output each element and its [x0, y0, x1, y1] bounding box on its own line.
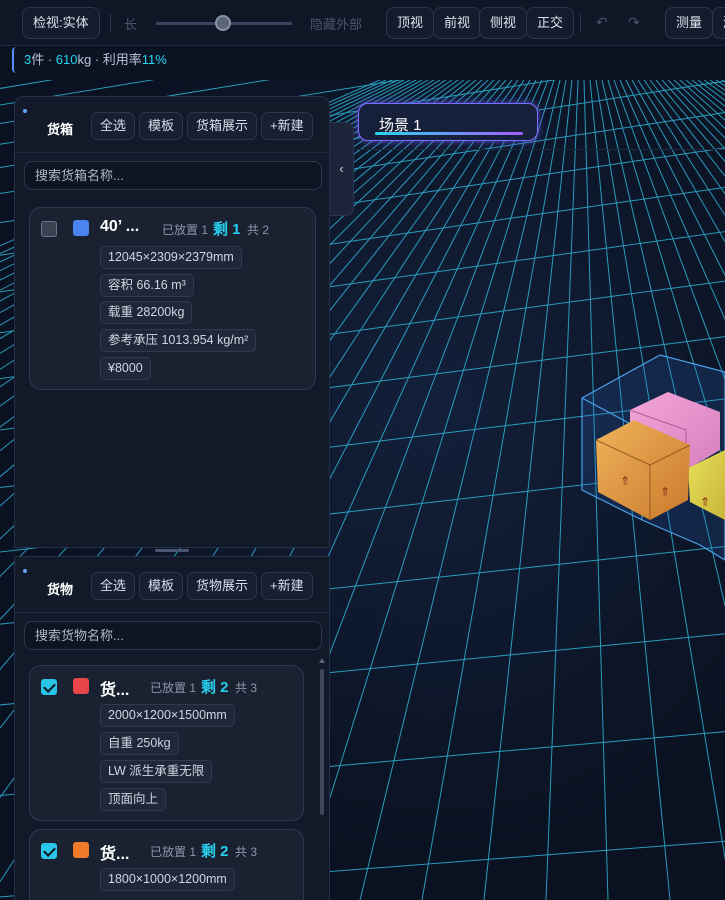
- top-toolbar: 检视:实体 长 隐藏外部 顶视 前视 侧视 正交 ↶ ↷ 测量 测: [0, 0, 725, 46]
- section-dot-icon: [23, 569, 27, 573]
- front-view-button[interactable]: 前视: [433, 7, 482, 39]
- container-remaining: 剩 1: [213, 221, 241, 238]
- cargo-panel-title: 货物: [47, 582, 74, 597]
- redo-icon[interactable]: ↷: [628, 14, 640, 31]
- container-panel: 货箱 全选 模板 货箱展示 +新建 40’ ... 已放置 1 剩 1 共 2 …: [14, 96, 330, 548]
- container-panel-title: 货箱: [47, 122, 74, 137]
- cargo-dimensions-tag: 2000×1200×1500mm: [100, 704, 235, 727]
- svg-text:⇑: ⇑: [620, 474, 630, 488]
- cargo-color-swatch: [73, 678, 89, 694]
- load-summary: 3件 · 610kg · 利用率11%: [12, 47, 725, 73]
- cargo-remaining: 剩 2: [201, 843, 229, 860]
- weight-unit: kg · 利用率: [77, 52, 142, 67]
- svg-text:⇑: ⇑: [660, 485, 670, 499]
- cargo-showcase-button[interactable]: 货物展示: [187, 572, 258, 600]
- container-panel-header: 货箱 全选 模板 货箱展示 +新建: [15, 97, 329, 153]
- orthographic-button[interactable]: 正交: [526, 7, 575, 39]
- cargo-card[interactable]: 货... 已放置 1 剩 2 共 3 2000×1200×1500mm 自重 2…: [29, 665, 304, 821]
- container-pressure-tag: 参考承压 1013.954 kg/m²: [100, 329, 257, 352]
- cargo-remaining: 剩 2: [201, 679, 229, 696]
- cargo-panel-header: 货物 全选 模板 货物展示 +新建: [15, 557, 329, 613]
- grid-line: [545, 80, 579, 900]
- total-weight: 610: [55, 52, 78, 67]
- side-view-button[interactable]: 侧视: [479, 7, 528, 39]
- toolbar-separator: [580, 14, 581, 32]
- cargo-bearing-tag: LW 派生承重无限: [100, 760, 213, 783]
- container-name: 40’ ...: [100, 218, 140, 235]
- grid-line: [483, 80, 573, 900]
- cargo-placed: 已放置 1: [150, 681, 197, 695]
- cargo-dimensions-tag: 1800×1000×1200mm: [100, 868, 235, 891]
- active-tab-indicator: [375, 132, 523, 135]
- view-mode-button[interactable]: 检视:实体: [22, 7, 100, 39]
- cargo-orientation-tag: 顶面向上: [100, 788, 167, 811]
- item-unit: 件 ·: [31, 52, 56, 67]
- cargo-panel: 货物 全选 模板 货物展示 +新建 货... 已放置 1 剩 2 共 3 200…: [14, 556, 330, 900]
- cargo-search-input[interactable]: [24, 621, 322, 650]
- new-container-button[interactable]: +新建: [261, 112, 313, 140]
- toolbar-separator: [110, 14, 111, 32]
- utilization-rate: 11%: [141, 52, 167, 67]
- section-dot-icon: [23, 109, 27, 113]
- cargo-name: 货...: [100, 682, 130, 699]
- select-all-containers-button[interactable]: 全选: [91, 112, 136, 140]
- more-button[interactable]: 测: [712, 7, 725, 39]
- scroll-up-icon[interactable]: [319, 658, 325, 663]
- container-showcase-button[interactable]: 货箱展示: [187, 112, 258, 140]
- top-view-button[interactable]: 顶视: [386, 7, 435, 39]
- container-placed: 已放置 1: [162, 223, 209, 237]
- container-dimensions-tag: 12045×2309×2379mm: [100, 246, 242, 269]
- tab-scene-1[interactable]: 场景 1: [358, 103, 538, 141]
- container-color-swatch: [73, 220, 89, 236]
- cargo-checkbox[interactable]: [41, 679, 57, 695]
- panel-resize-handle[interactable]: [155, 549, 189, 552]
- grid-line: [0, 80, 54, 89]
- cargo-color-swatch: [73, 842, 89, 858]
- cargo-total: 共 3: [235, 845, 258, 859]
- container-search-input[interactable]: [24, 161, 322, 190]
- container-total: 共 2: [247, 223, 270, 237]
- grid-line: [359, 80, 561, 900]
- container-card[interactable]: 40’ ... 已放置 1 剩 1 共 2 12045×2309×2379mm …: [29, 207, 316, 390]
- new-cargo-button[interactable]: +新建: [261, 572, 313, 600]
- cargo-name: 货...: [100, 846, 130, 863]
- container-checkbox[interactable]: [41, 221, 57, 237]
- svg-text:⇑: ⇑: [700, 495, 710, 509]
- cargo-weight-tag: 自重 250kg: [100, 732, 179, 755]
- select-all-cargo-button[interactable]: 全选: [91, 572, 136, 600]
- cargo-card[interactable]: 货... 已放置 1 剩 2 共 3 1800×1000×1200mm: [29, 829, 304, 900]
- cargo-placed: 已放置 1: [150, 845, 197, 859]
- container-price-tag: ¥8000: [100, 357, 151, 380]
- length-label: 长: [124, 17, 138, 32]
- cargo-list-scrollbar[interactable]: [320, 669, 324, 815]
- container-payload-tag: 载重 28200kg: [100, 301, 193, 324]
- cargo-checkbox[interactable]: [41, 843, 57, 859]
- container-volume-tag: 容积 66.16 m³: [100, 274, 194, 297]
- container-template-button[interactable]: 模板: [139, 112, 184, 140]
- cargo-total: 共 3: [235, 681, 258, 695]
- undo-icon[interactable]: ↶: [596, 14, 608, 31]
- measure-button[interactable]: 测量: [665, 7, 714, 39]
- cargo-template-button[interactable]: 模板: [139, 572, 184, 600]
- hide-outer-button[interactable]: 隐藏外部: [310, 14, 362, 33]
- chevron-left-icon[interactable]: ‹: [330, 122, 354, 216]
- slice-slider-handle[interactable]: [215, 15, 231, 31]
